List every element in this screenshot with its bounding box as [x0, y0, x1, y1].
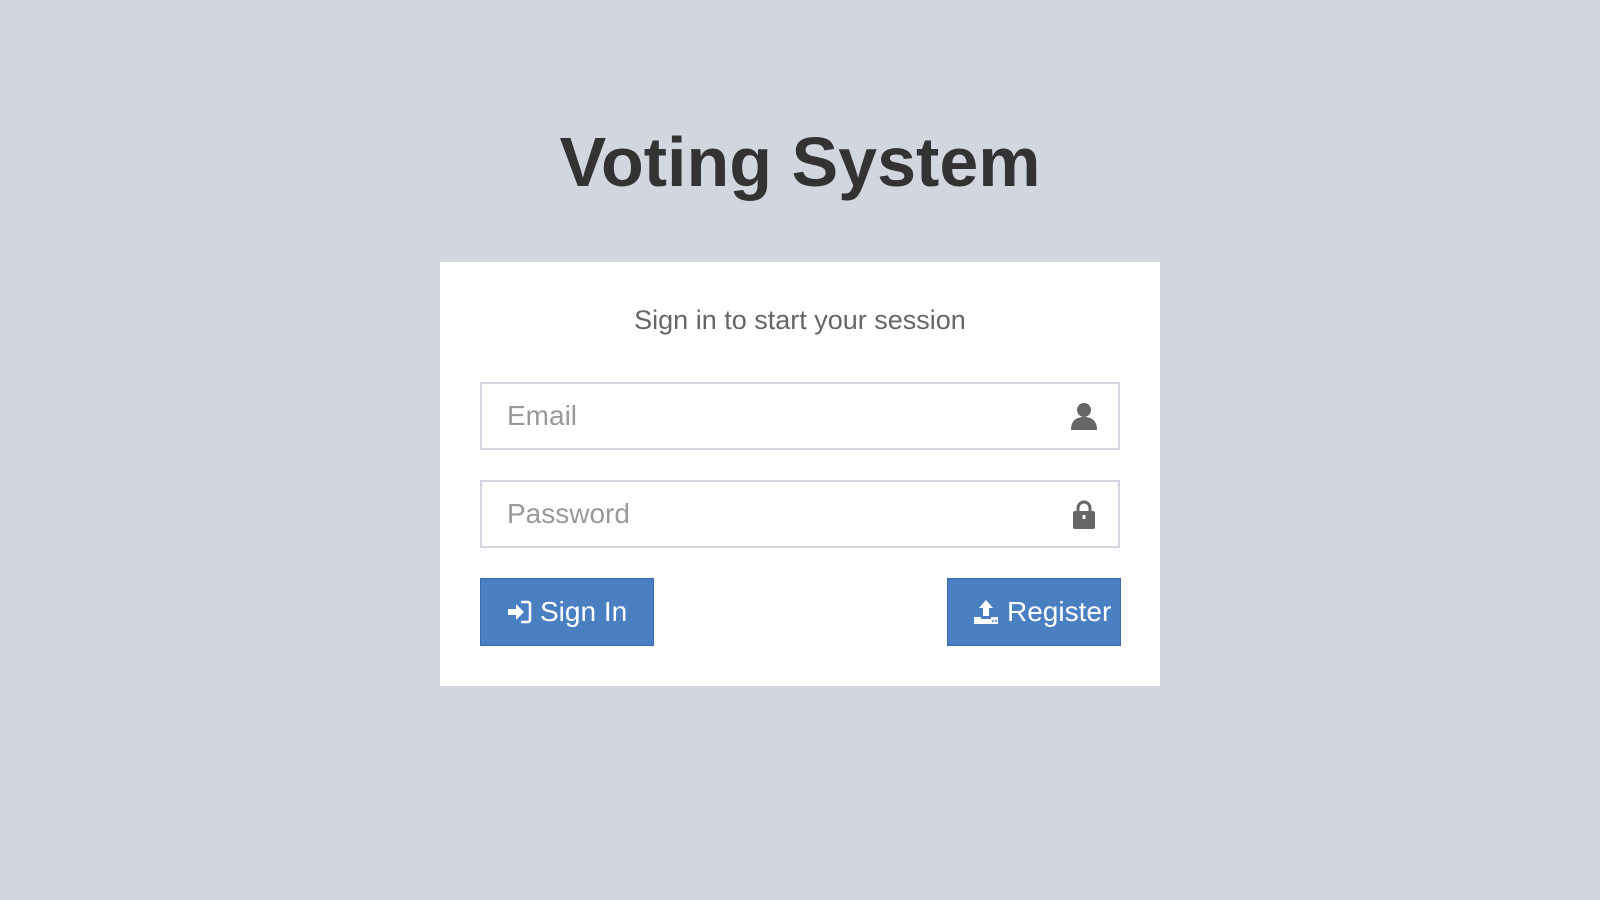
login-box: Sign in to start your session Sign In Re: [440, 262, 1160, 686]
register-button[interactable]: Register: [947, 578, 1121, 646]
password-input[interactable]: [482, 482, 1042, 546]
password-field-group: [480, 480, 1120, 548]
register-label: Register: [1007, 596, 1112, 627]
upload-icon: [974, 600, 998, 624]
email-field-group: [480, 382, 1120, 450]
lock-icon: [1073, 500, 1095, 529]
sign-in-icon: [508, 600, 532, 624]
app-title: Voting System: [559, 123, 1041, 201]
user-icon: [1071, 403, 1097, 430]
sign-in-label: Sign In: [540, 596, 628, 627]
login-message: Sign in to start your session: [634, 305, 966, 335]
email-input[interactable]: [482, 384, 1042, 448]
sign-in-button[interactable]: Sign In: [480, 578, 654, 646]
